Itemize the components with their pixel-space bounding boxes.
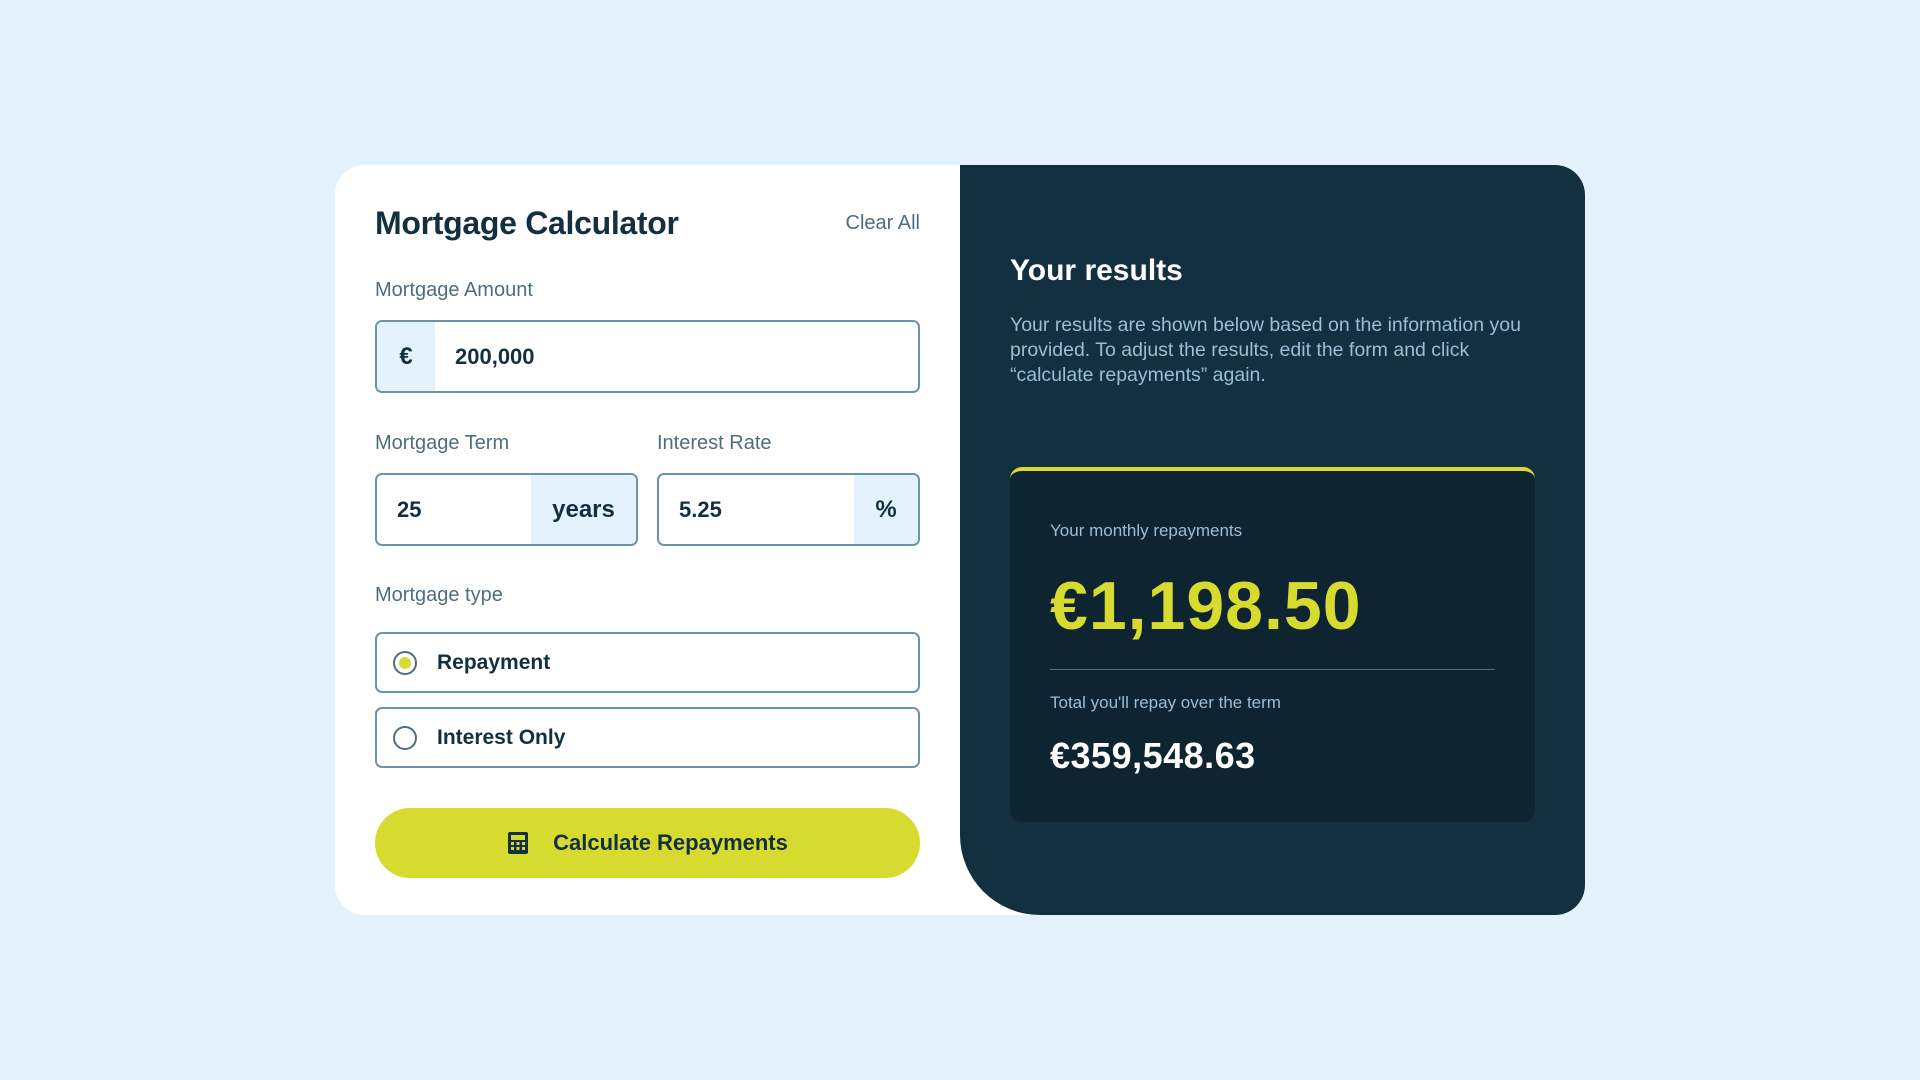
radio-dot: [399, 656, 411, 669]
calculator-icon: [508, 832, 529, 854]
monthly-repayments-value: €1,198.50: [1050, 568, 1362, 644]
interest-rate-field[interactable]: 5.25 %: [657, 473, 920, 546]
total-repay-label: Total you'll repay over the term: [1050, 693, 1281, 712]
radio-button-selected[interactable]: [393, 650, 417, 675]
currency-prefix: €: [377, 322, 435, 391]
radio-label-interest-only: Interest Only: [437, 725, 566, 749]
radio-option-repayment[interactable]: Repayment: [375, 632, 920, 693]
calculate-repayments-button[interactable]: Calculate Repayments: [375, 808, 920, 878]
monthly-repayments-label: Your monthly repayments: [1050, 521, 1243, 540]
interest-rate-input[interactable]: 5.25: [659, 475, 854, 544]
mortgage-term-input[interactable]: 25: [377, 475, 531, 544]
mortgage-term-label: Mortgage Term: [375, 432, 510, 454]
mortgage-amount-input[interactable]: 200,000: [435, 322, 918, 391]
mortgage-term-field[interactable]: 25 years: [375, 473, 638, 546]
total-repay-value: €359,548.63: [1050, 735, 1256, 776]
results-description: Your results are shown below based on th…: [1010, 314, 1521, 386]
form-header: Mortgage Calculator Clear All: [375, 203, 920, 243]
mortgage-amount-label: Mortgage Amount: [375, 279, 533, 301]
calculator-form: Mortgage Calculator Clear All Mortgage A…: [335, 165, 960, 915]
calculate-repayments-label: Calculate Repayments: [553, 830, 788, 855]
mortgage-type-label: Mortgage type: [375, 584, 503, 606]
interest-rate-label: Interest Rate: [657, 432, 772, 454]
radio-label-repayment: Repayment: [437, 650, 551, 674]
radio-option-interest-only[interactable]: Interest Only: [375, 707, 920, 768]
results-summary-box: Your monthly repayments €1,198.50 Total …: [1010, 467, 1535, 822]
mortgage-amount-field[interactable]: € 200,000: [375, 320, 920, 393]
results-panel: Your results Your results are shown belo…: [960, 165, 1585, 915]
page-title: Mortgage Calculator: [375, 204, 679, 241]
clear-all-button[interactable]: Clear All: [846, 212, 920, 235]
years-suffix: years: [531, 475, 636, 544]
summary-divider: [1050, 669, 1495, 670]
mortgage-calculator-card: Mortgage Calculator Clear All Mortgage A…: [335, 165, 1585, 915]
percent-suffix: %: [854, 475, 918, 544]
radio-button-unselected[interactable]: [393, 725, 417, 750]
results-title: Your results: [1010, 254, 1183, 287]
